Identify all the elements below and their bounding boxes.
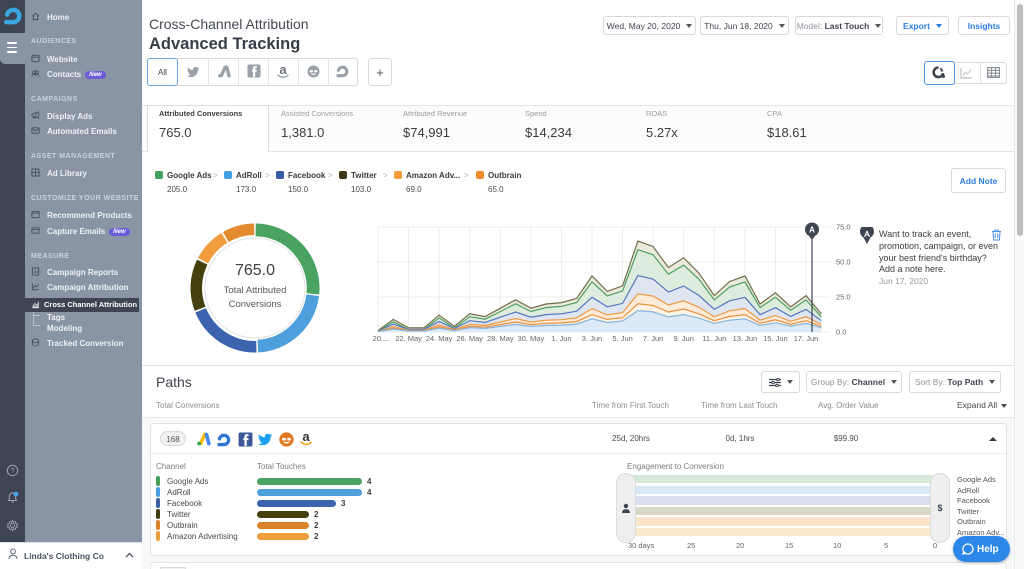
svg-text:17. Jun: 17. Jun	[794, 334, 819, 343]
svg-text:20....: 20....	[373, 334, 390, 343]
svg-text:25.0: 25.0	[836, 293, 851, 302]
svg-text:24. May: 24. May	[426, 334, 453, 343]
svg-text:50.0: 50.0	[836, 258, 851, 267]
svg-text:?: ?	[10, 466, 14, 475]
svg-text:A: A	[809, 226, 815, 235]
svg-text:75.0: 75.0	[836, 223, 851, 232]
svg-text:30. May: 30. May	[518, 334, 545, 343]
svg-text:26. May: 26. May	[456, 334, 483, 343]
svg-text:3. Jun: 3. Jun	[582, 334, 602, 343]
svg-text:9. Jun: 9. Jun	[673, 334, 693, 343]
svg-text:22. May: 22. May	[395, 334, 422, 343]
svg-text:11. Jun: 11. Jun	[702, 334, 726, 343]
svg-text:7. Jun: 7. Jun	[643, 334, 663, 343]
svg-text:1. Jun: 1. Jun	[551, 334, 571, 343]
svg-text:5. Jun: 5. Jun	[612, 334, 632, 343]
svg-text:28. May: 28. May	[487, 334, 514, 343]
svg-text:15. Jun: 15. Jun	[763, 334, 788, 343]
svg-text:0.0: 0.0	[836, 328, 846, 337]
svg-text:13. Jun: 13. Jun	[733, 334, 758, 343]
